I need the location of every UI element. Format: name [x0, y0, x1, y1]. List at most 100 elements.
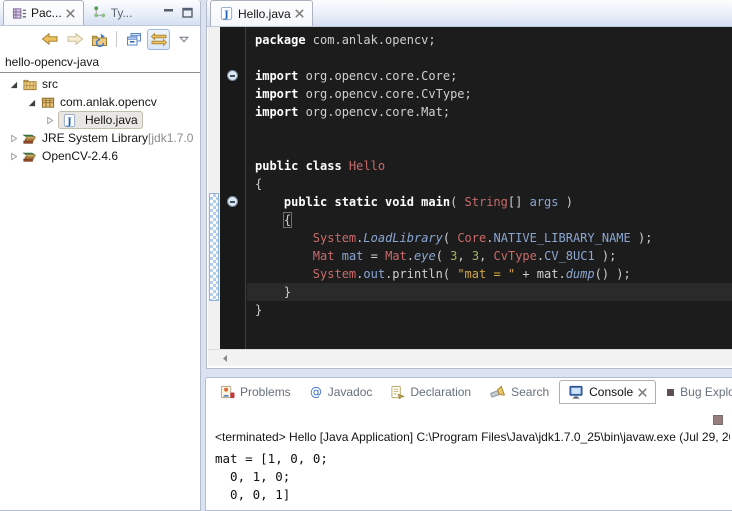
code-token: dump [566, 267, 595, 281]
package-explorer-toolbar [0, 26, 200, 52]
editor-horizontal-scrollbar[interactable] [208, 349, 732, 366]
minimize-button[interactable] [162, 6, 175, 19]
code-line: } [247, 301, 732, 319]
code-token: () ); [595, 267, 631, 281]
code-line [247, 121, 732, 139]
collapse-all-button[interactable] [122, 29, 145, 50]
fold-collapse-icon[interactable] [227, 196, 238, 207]
declaration-icon [390, 385, 405, 399]
code-token: ); [595, 249, 617, 263]
bottom-tab-declaration[interactable]: Declaration [382, 380, 479, 404]
scroll-left-arrow-icon[interactable] [221, 354, 229, 363]
bottom-tab-javadoc[interactable]: @Javadoc [301, 380, 381, 404]
tree-item-hello.java[interactable]: J Hello.java [0, 111, 200, 129]
tree-item-label: OpenCV-2.4.6 [42, 149, 118, 163]
terminate-button[interactable] [713, 415, 723, 425]
code-line: package com.anlak.opencv; [247, 31, 732, 49]
tree-item-label: Hello.java [85, 113, 138, 127]
minus-glyph [230, 75, 235, 77]
code-line: Mat mat = Mat.eye( 3, 3, CvType.CV_8UC1 … [247, 247, 732, 265]
code-token: { [255, 177, 262, 191]
java-file-icon: J [219, 6, 234, 21]
close-icon [638, 388, 647, 397]
code-token: import [255, 105, 298, 119]
code-token: eye [414, 249, 436, 263]
bottom-tab-label: Console [589, 385, 633, 399]
view-menu-icon [179, 36, 189, 43]
code-token [255, 195, 284, 209]
expanded-arrow-icon[interactable] [26, 97, 36, 107]
bottom-tab-problems[interactable]: Problems [212, 380, 299, 404]
search-icon [489, 385, 506, 399]
package-explorer-tree: src com.anlak.opencv J Hello.java JRE System… [0, 73, 200, 165]
code-token: args [530, 195, 559, 209]
left-tabs: Pac... Ty... [0, 0, 140, 25]
range-indicator-ruler [208, 27, 220, 349]
up-button[interactable] [88, 29, 111, 50]
bottom-tab-console[interactable]: Console [559, 380, 656, 404]
package-explorer-icon [12, 6, 27, 21]
console-output[interactable]: mat = [1, 0, 0; 0, 1, 0; 0, 0, 1] [215, 450, 328, 504]
bottom-tab-label: Declaration [410, 385, 471, 399]
expanded-arrow-icon[interactable] [8, 79, 18, 89]
view-tab-label: Ty... [111, 6, 133, 20]
link-with-editor-button[interactable] [147, 29, 170, 50]
tree-item-jre-system-library[interactable]: JRE System Library [jdk1.7.0 [0, 129, 200, 147]
code-token: Mat [385, 249, 407, 263]
forward-button[interactable] [63, 29, 86, 50]
view-tab-label: Pac... [31, 6, 62, 20]
code-token: LoadLibrary [363, 231, 442, 245]
code-line: import org.opencv.core.Core; [247, 67, 732, 85]
maximize-button[interactable] [181, 6, 194, 19]
svg-text:J: J [66, 116, 72, 127]
code-line: } [247, 283, 732, 301]
code-lines: package com.anlak.opencv; import org.open… [247, 31, 732, 319]
view-tab-ty[interactable]: Ty... [84, 0, 141, 25]
collapsed-arrow-icon[interactable] [44, 115, 54, 125]
fold-collapse-icon[interactable] [227, 70, 238, 81]
code-token: ( [443, 231, 457, 245]
project-label[interactable]: hello-opencv-java [0, 53, 200, 73]
tree-item-src[interactable]: src [0, 75, 200, 93]
bottom-tab-label: Bug Explorer [680, 385, 732, 399]
close-icon[interactable] [295, 9, 304, 18]
javadoc-icon: @ [309, 385, 323, 399]
editor-tab-hello-java[interactable]: J Hello.java [210, 0, 313, 26]
code-area[interactable]: package com.anlak.opencv; import org.open… [247, 27, 732, 349]
bottom-tab-search[interactable]: Search [481, 380, 557, 404]
left-tabbar: Pac... Ty... [0, 0, 200, 26]
collapse-all-icon [126, 32, 142, 47]
view-menu-button[interactable] [172, 29, 195, 50]
view-window-buttons [162, 0, 200, 25]
link-with-editor-icon [150, 32, 168, 47]
collapsed-arrow-icon[interactable] [8, 133, 18, 143]
java-file-icon: J [61, 112, 77, 128]
tree-item-label: com.anlak.opencv [60, 95, 157, 109]
annotation-ruler[interactable] [220, 27, 246, 349]
collapsed-arrow-icon[interactable] [8, 151, 18, 161]
package-icon [40, 94, 56, 110]
tree-item-com.anlak.opencv[interactable]: com.anlak.opencv [0, 93, 200, 111]
code-token: = [363, 249, 385, 263]
code-line: System.out.println( "mat = " + mat.dump(… [247, 265, 732, 283]
minus-glyph [230, 201, 235, 203]
code-token: } [255, 285, 291, 299]
code-token [255, 213, 284, 227]
code-token: public static void main [284, 195, 450, 209]
bottom-tab-bug-explorer[interactable]: Bug Explorer [658, 380, 732, 404]
back-button[interactable] [38, 29, 61, 50]
library-icon [22, 148, 38, 164]
code-token [334, 249, 341, 263]
bottom-tabbar: Problems@Javadoc Declaration Search Console… [206, 378, 732, 406]
type-hierarchy-icon [92, 5, 107, 20]
editor-tab-label: Hello.java [238, 7, 291, 21]
tree-item-opencv-2.4.6[interactable]: OpenCV-2.4.6 [0, 147, 200, 165]
console-output-line: 0, 1, 0; [215, 468, 328, 486]
code-token: System [313, 267, 356, 281]
code-token: .println( [385, 267, 457, 281]
view-tab-pac[interactable]: Pac... [3, 0, 84, 25]
editor-body[interactable]: package com.anlak.opencv; import org.open… [208, 27, 732, 349]
code-token [255, 267, 313, 281]
code-token [255, 231, 313, 245]
code-token: ) [558, 195, 572, 209]
